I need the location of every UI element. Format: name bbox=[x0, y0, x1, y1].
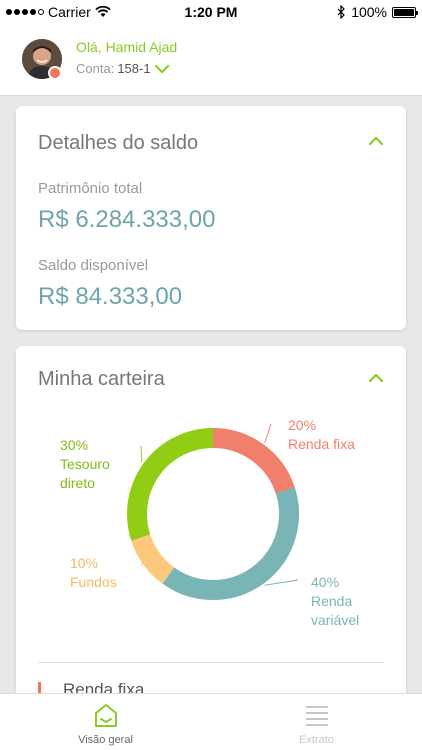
chevron-up-icon[interactable] bbox=[368, 136, 384, 146]
balance-card: Detalhes do saldo Patrimônio total R$ 6.… bbox=[16, 106, 406, 330]
chart-label-fundos: 10% Fundos bbox=[70, 554, 117, 592]
chart-percent: 10% bbox=[70, 555, 99, 571]
battery-icon bbox=[392, 6, 418, 18]
home-icon bbox=[95, 704, 117, 727]
chart-percent: 20% bbox=[288, 417, 317, 433]
status-bar: Carrier 1:20 PM 100% bbox=[0, 0, 422, 24]
chart-category: Fundos bbox=[70, 574, 117, 590]
available-balance-value: R$ 84.333,00 bbox=[38, 283, 183, 310]
tab-label: Visão geral bbox=[78, 734, 133, 746]
chart-category: direto bbox=[60, 475, 96, 491]
chart-percent: 40% bbox=[311, 574, 340, 590]
donut-slice-renda-variável bbox=[162, 487, 299, 600]
bluetooth-icon bbox=[337, 5, 346, 19]
chart-category: Renda fixa bbox=[288, 436, 355, 452]
tab-label: Extrato bbox=[299, 734, 334, 746]
list-icon bbox=[306, 706, 328, 726]
chevron-down-icon bbox=[154, 64, 169, 73]
total-assets-label: Patrimônio total bbox=[38, 180, 143, 197]
status-right: 100% bbox=[337, 4, 418, 20]
total-assets-value: R$ 6.284.333,00 bbox=[38, 206, 216, 233]
tab-visao-geral[interactable]: Visão geral bbox=[0, 694, 211, 750]
chart-category: variável bbox=[311, 612, 360, 628]
chart-percent: 30% bbox=[60, 437, 89, 453]
divider bbox=[38, 662, 384, 663]
chart-label-renda-variavel: 40% Renda variável bbox=[311, 573, 359, 630]
notification-badge bbox=[48, 66, 62, 80]
balance-card-title: Detalhes do saldo bbox=[38, 132, 199, 154]
account-selector[interactable]: Conta: 158-1 bbox=[76, 61, 170, 76]
donut-leader-line bbox=[264, 579, 299, 586]
account-header: Olá, Hamid Ajad Conta: 158-1 bbox=[0, 24, 422, 96]
account-number: 158-1 bbox=[117, 61, 151, 76]
available-balance-label: Saldo disponível bbox=[38, 257, 149, 274]
donut-slice-fundos bbox=[131, 534, 175, 584]
chart-category: Tesouro bbox=[60, 456, 110, 472]
greeting: Olá, Hamid Ajad bbox=[76, 39, 178, 55]
portfolio-card: Minha carteira 20% Renda fixa 40% Renda … bbox=[16, 346, 406, 706]
donut-leader-line bbox=[140, 445, 143, 463]
donut-slice-tesouro-direto bbox=[127, 428, 214, 541]
chart-label-renda-fixa: 20% Renda fixa bbox=[288, 416, 355, 454]
tab-bar: Visão geral Extrato bbox=[0, 693, 422, 750]
battery-percent: 100% bbox=[351, 4, 387, 20]
chart-category: Renda bbox=[311, 593, 353, 609]
account-label: Conta: bbox=[76, 61, 115, 76]
donut-leader-line bbox=[264, 423, 272, 443]
donut-slice-renda-fixa bbox=[212, 428, 295, 494]
chart-label-tesouro-direto: 30% Tesouro direto bbox=[60, 436, 110, 493]
tab-extrato[interactable]: Extrato bbox=[211, 694, 422, 750]
